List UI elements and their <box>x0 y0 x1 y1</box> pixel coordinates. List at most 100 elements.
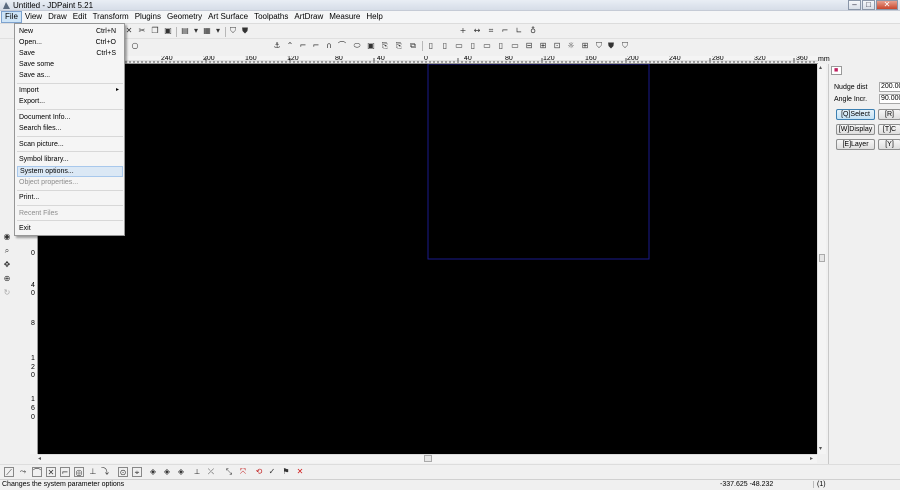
menu-item-document-info[interactable]: Document Info... <box>17 112 123 123</box>
menu-view[interactable]: View <box>22 11 45 23</box>
group-icon[interactable]: ⎘ <box>394 41 404 51</box>
line-tool-icon[interactable]: ⟋ <box>4 467 14 477</box>
perpendicular-icon[interactable]: ⊥ <box>88 467 98 477</box>
corner-tool-icon[interactable]: ⌐ <box>60 467 70 477</box>
dropdown-arrow-icon[interactable]: ▾ <box>191 26 201 36</box>
scroll-up-icon[interactable]: ▴ <box>819 64 822 71</box>
menu-item-system-options[interactable]: System options... <box>17 166 123 177</box>
shield-filled-icon[interactable]: ⛊ <box>240 26 250 36</box>
menu-item-scan-picture[interactable]: Scan picture... <box>17 139 123 150</box>
curve-icon[interactable]: ∩ <box>324 41 334 51</box>
angle-icon[interactable]: ∟ <box>514 26 524 36</box>
arc-tool-icon[interactable]: ⌒ <box>32 467 42 477</box>
align-icon[interactable]: ▯ <box>468 41 478 51</box>
align-icon[interactable]: ▭ <box>510 41 520 51</box>
node-link-icon[interactable]: ⌗ <box>486 26 496 36</box>
menu-item-search-files[interactable]: Search files... <box>17 123 123 134</box>
t-mode-button[interactable]: [T]C <box>878 124 900 135</box>
node-edit-icon[interactable]: ⤡ <box>224 467 234 477</box>
scroll-thumb[interactable] <box>819 254 825 262</box>
menu-edit[interactable]: Edit <box>70 11 90 23</box>
circle-icon[interactable]: ○ <box>130 41 140 51</box>
lasso-icon[interactable]: ♁ <box>528 26 538 36</box>
menu-item-save-some[interactable]: Save some <box>17 59 123 70</box>
y-mode-button[interactable]: [Y] <box>878 139 900 150</box>
r-mode-button[interactable]: [R] <box>878 109 900 120</box>
menu-draw[interactable]: Draw <box>45 11 70 23</box>
line-corner-icon[interactable]: ⌐ <box>298 41 308 51</box>
zoom-window-icon[interactable]: ⌕ <box>2 246 12 256</box>
distribute-icon[interactable]: ⊞ <box>538 41 548 51</box>
vertical-scrollbar[interactable]: ▴ ▾ <box>817 64 826 454</box>
fillet-icon[interactable]: ⌒ <box>337 41 347 51</box>
paste-icon[interactable]: ▣ <box>163 26 173 36</box>
scroll-right-icon[interactable]: ▸ <box>810 455 813 462</box>
red-x-icon[interactable]: ✕ <box>295 467 305 477</box>
menu-measure[interactable]: Measure <box>326 11 363 23</box>
drawing-canvas[interactable] <box>38 64 817 454</box>
pill-icon[interactable]: ⬭ <box>352 41 362 51</box>
align-icon[interactable]: ▯ <box>496 41 506 51</box>
sun-icon[interactable]: ☼ <box>566 41 576 51</box>
layer-mode-button[interactable]: [E]Layer <box>836 139 875 150</box>
distribute-icon[interactable]: ⊟ <box>524 41 534 51</box>
refresh-icon[interactable]: ↻ <box>2 288 12 298</box>
menu-item-print[interactable]: Print... <box>17 192 123 203</box>
menu-artdraw[interactable]: ArtDraw <box>291 11 326 23</box>
menu-file[interactable]: File <box>1 11 22 23</box>
scroll-down-icon[interactable]: ▾ <box>819 445 822 452</box>
dropdown-arrow-icon[interactable]: ▾ <box>213 26 223 36</box>
add-point-icon[interactable]: + <box>458 26 468 36</box>
pan-icon[interactable]: ◉ <box>2 232 12 242</box>
snap-icon[interactable]: ⌖ <box>132 467 142 477</box>
polyline-icon[interactable]: ⌃ <box>285 41 295 51</box>
angle-incr-input[interactable]: 90.000 <box>879 94 900 104</box>
knife-icon[interactable]: ⟂ <box>192 467 202 477</box>
align-icon[interactable]: ▭ <box>482 41 492 51</box>
align-icon[interactable]: ▯ <box>426 41 436 51</box>
line-corner-icon[interactable]: ⌐ <box>311 41 321 51</box>
shield-icon[interactable]: ⛉ <box>228 26 238 36</box>
move-icon[interactable]: ✥ <box>2 260 12 270</box>
layers-icon[interactable]: ▦ <box>202 26 212 36</box>
grid-icon[interactable]: ⊞ <box>580 41 590 51</box>
tangent-icon[interactable]: ⤵ <box>100 467 110 477</box>
menu-item-new[interactable]: New Ctrl+N <box>17 26 123 37</box>
center-point-icon[interactable]: ⊙ <box>118 467 128 477</box>
node-delete-icon[interactable]: ⤧ <box>238 467 248 477</box>
corner-node-icon[interactable]: ⌐ <box>500 26 510 36</box>
anchor-icon[interactable]: ⚓ <box>272 41 282 51</box>
scroll-left-icon[interactable]: ◂ <box>38 455 41 462</box>
circle-target-icon[interactable]: ◎ <box>74 467 84 477</box>
combine-icon[interactable]: ⧉ <box>408 41 418 51</box>
menu-item-export[interactable]: Export... <box>17 96 123 107</box>
frame-icon[interactable]: ▣ <box>366 41 376 51</box>
diamond-icon[interactable]: ◈ <box>176 467 186 477</box>
check-icon[interactable]: ✓ <box>267 467 277 477</box>
menu-item-exit[interactable]: Exit <box>17 223 123 234</box>
display-mode-button[interactable]: [W]Display <box>836 124 875 135</box>
array-icon[interactable]: ⊡ <box>552 41 562 51</box>
menu-art-surface[interactable]: Art Surface <box>205 11 251 23</box>
shield-icon[interactable]: ⛊ <box>606 41 616 51</box>
scissors-icon[interactable]: ✂ <box>137 26 147 36</box>
menu-item-import[interactable]: Import ▸ <box>17 85 123 96</box>
menu-toolpaths[interactable]: Toolpaths <box>251 11 291 23</box>
diamond-icon[interactable]: ◈ <box>148 467 158 477</box>
cut-icon[interactable]: ✕ <box>124 26 134 36</box>
menu-plugins[interactable]: Plugins <box>132 11 164 23</box>
zoom-icon[interactable]: ⊕ <box>2 274 12 284</box>
close-button[interactable]: ✕ <box>876 0 898 10</box>
menu-item-save-as[interactable]: Save as... <box>17 70 123 81</box>
rotate-icon[interactable]: ⟲ <box>254 467 264 477</box>
scroll-thumb[interactable] <box>424 455 432 462</box>
menu-transform[interactable]: Transform <box>90 11 132 23</box>
shield-icon[interactable]: ⛉ <box>620 41 630 51</box>
ungroup-icon[interactable]: ⎘ <box>380 41 390 51</box>
menu-item-open[interactable]: Open... Ctrl+O <box>17 37 123 48</box>
cross-tool-icon[interactable]: ✕ <box>46 467 56 477</box>
new-doc-icon[interactable]: ▤ <box>180 26 190 36</box>
align-icon[interactable]: ▭ <box>454 41 464 51</box>
menu-geometry[interactable]: Geometry <box>164 11 205 23</box>
nudge-dist-input[interactable]: 200.00 <box>879 82 900 92</box>
